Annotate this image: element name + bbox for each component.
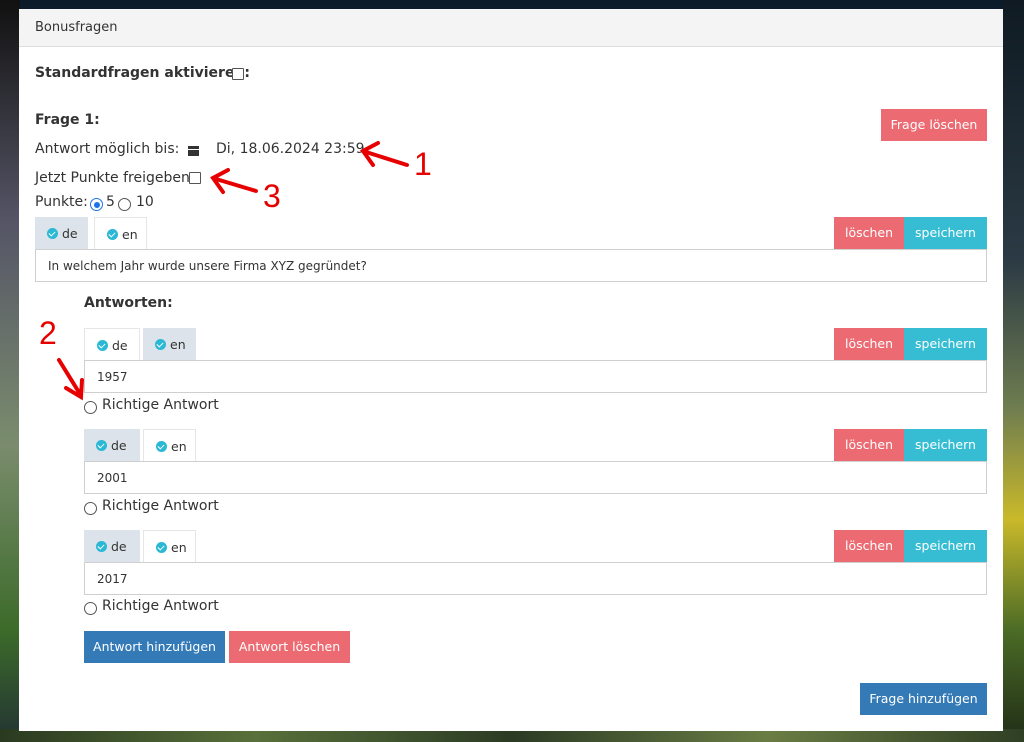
- answer-1-input[interactable]: 1957: [84, 360, 987, 393]
- answer-3-tab-de[interactable]: de: [84, 530, 140, 563]
- answer-1-tab-en[interactable]: en: [143, 328, 196, 361]
- deadline-label: Antwort möglich bis:: [35, 141, 180, 157]
- release-points-label: Jetzt Punkte freigeben:: [35, 170, 195, 186]
- points-label: Punkte:: [35, 194, 88, 210]
- check-circle-icon: [156, 542, 167, 553]
- answer-2-tab-en[interactable]: en: [143, 429, 196, 462]
- deadline-value[interactable]: Di, 18.06.2024 23:59: [216, 141, 365, 157]
- answer-1-save-button[interactable]: speichern: [904, 328, 987, 360]
- standard-questions-label: Standardfragen aktivieren:: [35, 65, 251, 81]
- question-save-button[interactable]: speichern: [904, 217, 987, 249]
- answer-2-correct-label: Richtige Antwort: [102, 498, 219, 514]
- question-tab-en[interactable]: en: [94, 217, 147, 250]
- question-tab-de[interactable]: de: [35, 217, 88, 250]
- annotation-number-2: 2: [39, 315, 57, 351]
- points-radio-5[interactable]: [90, 198, 103, 211]
- check-circle-icon: [107, 229, 118, 240]
- check-circle-icon: [47, 228, 58, 239]
- annotation-number-3: 3: [263, 178, 281, 214]
- check-circle-icon: [97, 340, 108, 351]
- answer-3-input[interactable]: 2017: [84, 562, 987, 595]
- answer-2-correct-radio[interactable]: [84, 502, 97, 515]
- answer-1-correct-radio[interactable]: [84, 401, 97, 414]
- question-text-input[interactable]: In welchem Jahr wurde unsere Firma XYZ g…: [35, 249, 987, 282]
- check-circle-icon: [96, 541, 107, 552]
- answer-1-delete-button[interactable]: löschen: [834, 328, 904, 360]
- standard-questions-checkbox[interactable]: [232, 68, 244, 80]
- add-answer-button[interactable]: Antwort hinzufügen: [84, 631, 225, 663]
- answer-2-input[interactable]: 2001: [84, 461, 987, 494]
- calendar-icon[interactable]: [188, 145, 199, 156]
- check-circle-icon: [156, 441, 167, 452]
- answer-3-tab-en[interactable]: en: [143, 530, 196, 563]
- panel-title: Bonusfragen: [35, 20, 118, 35]
- panel-header: Bonusfragen: [19, 9, 1003, 47]
- points-radio-10[interactable]: [118, 198, 131, 211]
- bonus-questions-panel: Bonusfragen Standardfragen aktivieren: F…: [19, 9, 1003, 731]
- answer-2-tab-de[interactable]: de: [84, 429, 140, 462]
- answer-3-correct-radio[interactable]: [84, 602, 97, 615]
- release-points-checkbox[interactable]: [189, 172, 201, 184]
- delete-question-button[interactable]: Frage löschen: [881, 109, 987, 141]
- question-title: Frage 1:: [35, 112, 100, 128]
- annotation-number-1: 1: [414, 146, 432, 182]
- answer-1-tab-de[interactable]: de: [84, 328, 140, 361]
- background-right: [1003, 0, 1024, 742]
- check-circle-icon: [155, 339, 166, 350]
- answer-1-correct-label: Richtige Antwort: [102, 397, 219, 413]
- answer-3-save-button[interactable]: speichern: [904, 530, 987, 562]
- points-option-5: 5: [106, 194, 115, 210]
- answer-2-delete-button[interactable]: löschen: [834, 429, 904, 461]
- add-question-button[interactable]: Frage hinzufügen: [860, 683, 987, 715]
- answers-heading: Antworten:: [84, 295, 173, 311]
- check-circle-icon: [96, 440, 107, 451]
- background-left: [0, 0, 20, 742]
- points-option-10: 10: [136, 194, 154, 210]
- remove-answer-button[interactable]: Antwort löschen: [229, 631, 350, 663]
- question-delete-button[interactable]: löschen: [834, 217, 904, 249]
- answer-3-correct-label: Richtige Antwort: [102, 598, 219, 614]
- answer-3-delete-button[interactable]: löschen: [834, 530, 904, 562]
- answer-2-save-button[interactable]: speichern: [904, 429, 987, 461]
